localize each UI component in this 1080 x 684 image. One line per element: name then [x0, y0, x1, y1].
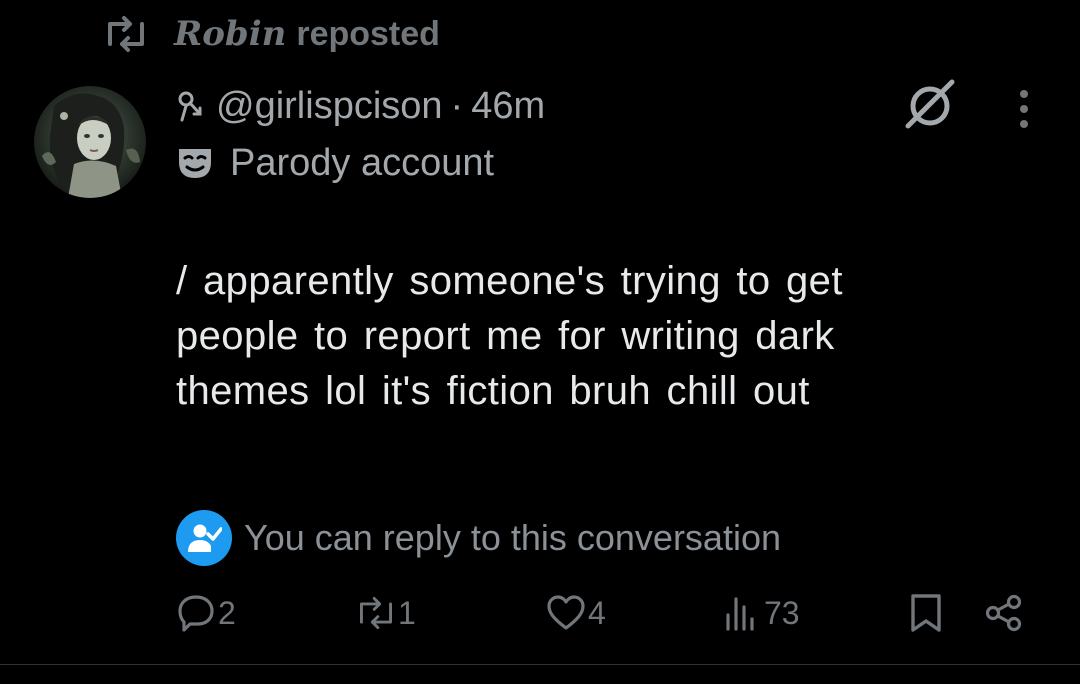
parody-badge: Parody account	[176, 138, 494, 188]
views-button[interactable]: 73	[722, 588, 800, 638]
repost-button[interactable]: 1	[356, 588, 416, 638]
like-button[interactable]: 4	[546, 588, 606, 638]
share-icon	[985, 594, 1022, 632]
more-vertical-icon[interactable]	[1008, 88, 1040, 130]
author-handle[interactable]: @girlispcison	[216, 85, 443, 128]
divider	[0, 664, 1080, 665]
reply-icon	[178, 595, 214, 632]
reply-count: 2	[218, 594, 236, 631]
theater-mask-icon	[179, 149, 211, 178]
repost-icon	[360, 597, 392, 630]
views-count: 73	[764, 594, 800, 631]
repost-context[interactable]: Robin reposted	[104, 12, 440, 56]
heart-icon	[547, 595, 585, 630]
repost-label: reposted	[296, 14, 440, 53]
parody-label: Parody account	[230, 141, 495, 184]
views-icon	[726, 597, 754, 631]
reply-button[interactable]: 2	[176, 588, 236, 638]
bookmark-icon	[911, 594, 941, 632]
reposter-name[interactable]: Robin	[174, 14, 286, 54]
avatar[interactable]	[34, 86, 146, 198]
post-meta: @girlispcison · 46m	[176, 80, 545, 132]
repost-icon	[108, 16, 144, 52]
share-button[interactable]	[984, 588, 1024, 638]
reply-notice-text: You can reply to this conversation	[244, 517, 781, 558]
post-page: Robin reposted @girlispcison · 46m Parod…	[0, 0, 1080, 684]
bookmark-button[interactable]	[906, 588, 946, 638]
post-text: / apparently someone's trying to get peo…	[176, 259, 843, 413]
person-check-icon	[188, 524, 222, 552]
meta-separator: ·	[450, 84, 464, 127]
pin-icon	[178, 91, 202, 122]
grok-icon[interactable]	[904, 78, 956, 130]
reply-permission-notice: You can reply to this conversation	[176, 510, 781, 566]
like-count: 4	[588, 594, 606, 631]
reply-badge	[176, 510, 232, 566]
post-time[interactable]: 46m	[471, 85, 545, 128]
repost-count: 1	[398, 594, 416, 631]
